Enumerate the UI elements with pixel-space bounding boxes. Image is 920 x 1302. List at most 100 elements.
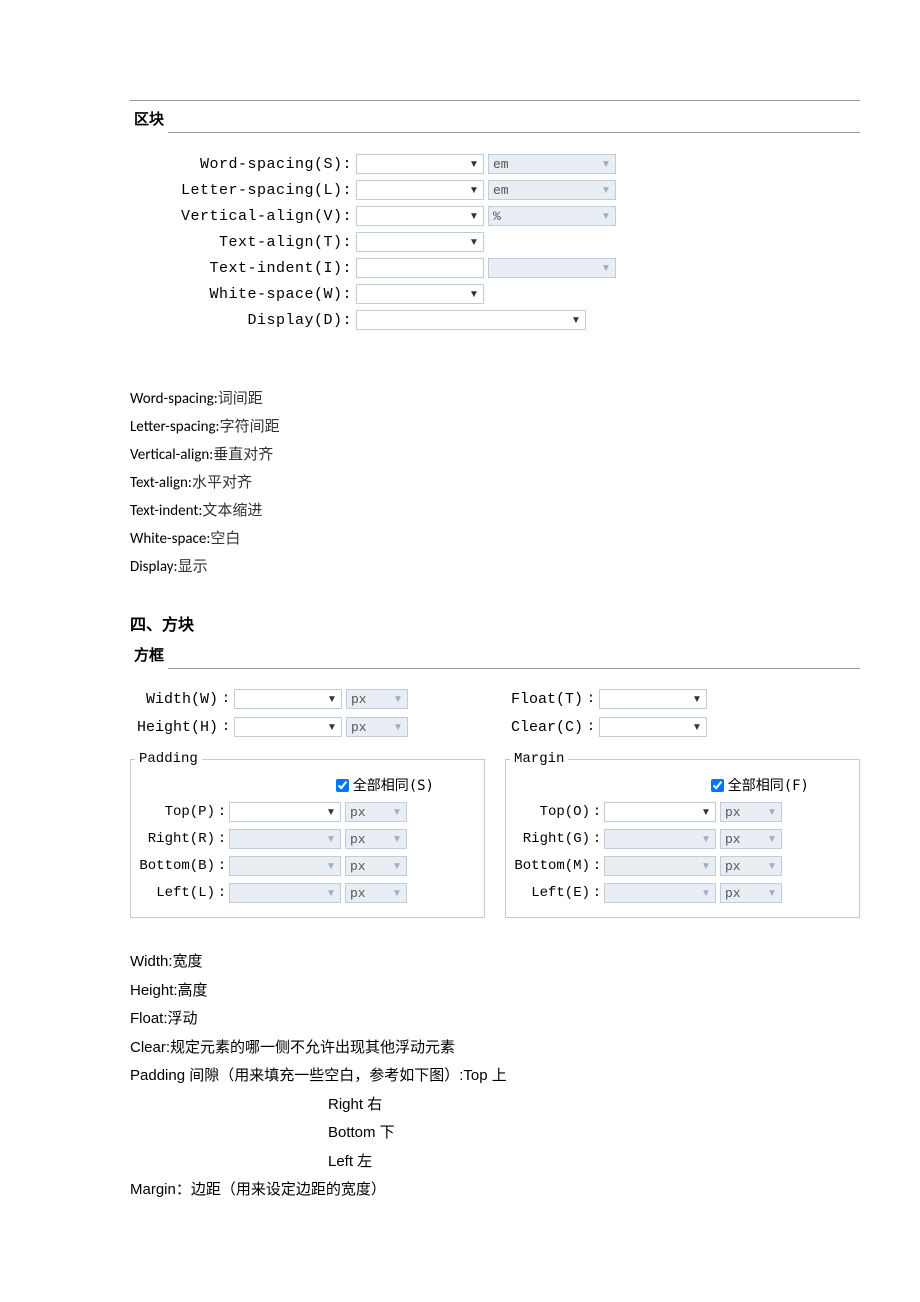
chevron-down-icon: ▼ — [763, 888, 781, 899]
chevron-down-icon: ▼ — [763, 834, 781, 845]
chevron-down-icon: ▼ — [597, 263, 615, 274]
chevron-down-icon: ▼ — [388, 888, 406, 899]
text-indent-unit: ▼ — [488, 258, 616, 278]
box-tab[interactable]: 方框 — [130, 644, 168, 669]
chevron-down-icon: ▼ — [567, 315, 585, 326]
width-unit: px▼ — [346, 689, 408, 709]
chevron-down-icon: ▼ — [697, 888, 715, 899]
chevron-down-icon: ▼ — [465, 159, 483, 170]
block-tab[interactable]: 区块 — [130, 108, 168, 133]
padding-bottom-unit: px▼ — [345, 856, 407, 876]
margin-right-unit: px▼ — [720, 829, 782, 849]
chevron-down-icon: ▼ — [323, 694, 341, 705]
chevron-down-icon: ▼ — [465, 185, 483, 196]
text-indent-input[interactable] — [356, 258, 484, 278]
width-select[interactable]: ▼ — [234, 689, 342, 709]
white-space-label: White-space(W): — [130, 286, 356, 303]
box-tab-row: 方框 — [130, 643, 860, 669]
chevron-down-icon: ▼ — [465, 211, 483, 222]
height-label: Height(H) — [130, 719, 218, 736]
top-divider — [130, 100, 860, 101]
box-dialog: Width(W) : ▼ px▼ Float(T) : ▼ Height(H) … — [130, 679, 860, 918]
padding-left-select: ▼ — [229, 883, 341, 903]
chevron-down-icon: ▼ — [597, 185, 615, 196]
text-align-select[interactable]: ▼ — [356, 232, 484, 252]
word-spacing-select[interactable]: ▼ — [356, 154, 484, 174]
float-select[interactable]: ▼ — [599, 689, 707, 709]
margin-left-unit: px▼ — [720, 883, 782, 903]
clear-select[interactable]: ▼ — [599, 717, 707, 737]
padding-right-select: ▼ — [229, 829, 341, 849]
margin-bottom-label: Bottom(M) — [510, 858, 590, 874]
padding-right-label: Right(R) — [135, 831, 215, 847]
vertical-align-unit: %▼ — [488, 206, 616, 226]
padding-legend: Padding — [135, 751, 202, 767]
chevron-down-icon: ▼ — [322, 807, 340, 818]
chevron-down-icon: ▼ — [763, 807, 781, 818]
block-dialog: Word-spacing(S): ▼ em▼ Letter-spacing(L)… — [130, 143, 860, 345]
vertical-align-select[interactable]: ▼ — [356, 206, 484, 226]
margin-left-select: ▼ — [604, 883, 716, 903]
margin-legend: Margin — [510, 751, 568, 767]
float-label: Float(T) — [495, 691, 583, 708]
colon: : — [583, 719, 599, 735]
margin-top-label: Top(O) — [510, 804, 590, 820]
margin-right-select: ▼ — [604, 829, 716, 849]
chevron-down-icon: ▼ — [697, 834, 715, 845]
padding-same-all-checkbox[interactable] — [336, 779, 349, 792]
padding-left-label: Left(L) — [135, 885, 215, 901]
padding-bottom-select: ▼ — [229, 856, 341, 876]
padding-same-all-label: 全部相同(S) — [353, 775, 434, 795]
chevron-down-icon: ▼ — [597, 159, 615, 170]
clear-label: Clear(C) — [495, 719, 583, 736]
chevron-down-icon: ▼ — [688, 722, 706, 733]
width-label: Width(W) — [130, 691, 218, 708]
colon: : — [218, 719, 234, 735]
chevron-down-icon: ▼ — [389, 722, 407, 733]
display-label: Display(D): — [130, 312, 356, 329]
chevron-down-icon: ▼ — [389, 694, 407, 705]
text-indent-label: Text-indent(I): — [130, 260, 356, 277]
display-select[interactable]: ▼ — [356, 310, 586, 330]
margin-right-label: Right(G) — [510, 831, 590, 847]
chevron-down-icon: ▼ — [763, 861, 781, 872]
chevron-down-icon: ▼ — [388, 834, 406, 845]
padding-left-unit: px▼ — [345, 883, 407, 903]
margin-same-all-checkbox[interactable] — [711, 779, 724, 792]
chevron-down-icon: ▼ — [597, 211, 615, 222]
height-select[interactable]: ▼ — [234, 717, 342, 737]
colon: : — [218, 691, 234, 707]
letter-spacing-select[interactable]: ▼ — [356, 180, 484, 200]
chevron-down-icon: ▼ — [323, 722, 341, 733]
block-tab-row: 区块 — [130, 107, 860, 133]
padding-top-select[interactable]: ▼ — [229, 802, 341, 822]
vertical-align-label: Vertical-align(V): — [130, 208, 356, 225]
text-align-label: Text-align(T): — [130, 234, 356, 251]
block-notes: Word-spacing:词间距 Letter-spacing:字符间距 Ver… — [130, 385, 860, 581]
section-4-heading: 四、方块 — [130, 611, 860, 635]
margin-top-select[interactable]: ▼ — [604, 802, 716, 822]
white-space-select[interactable]: ▼ — [356, 284, 484, 304]
padding-top-unit: px▼ — [345, 802, 407, 822]
padding-bottom-label: Bottom(B) — [135, 858, 215, 874]
chevron-down-icon: ▼ — [322, 888, 340, 899]
margin-left-label: Left(E) — [510, 885, 590, 901]
chevron-down-icon: ▼ — [388, 861, 406, 872]
chevron-down-icon: ▼ — [322, 861, 340, 872]
box-notes: Width:宽度 Height:高度 Float:浮动 Clear:规定元素的哪… — [130, 948, 860, 1205]
margin-group: Margin 全部相同(F) Top(O) : ▼ px▼ Right(G) :… — [505, 751, 860, 918]
margin-same-all-label: 全部相同(F) — [728, 775, 809, 795]
colon: : — [583, 691, 599, 707]
padding-top-label: Top(P) — [135, 804, 215, 820]
margin-top-unit: px▼ — [720, 802, 782, 822]
margin-bottom-select: ▼ — [604, 856, 716, 876]
padding-group: Padding 全部相同(S) Top(P) : ▼ px▼ Right(R) … — [130, 751, 485, 918]
chevron-down-icon: ▼ — [697, 807, 715, 818]
chevron-down-icon: ▼ — [697, 861, 715, 872]
word-spacing-label: Word-spacing(S): — [130, 156, 356, 173]
chevron-down-icon: ▼ — [322, 834, 340, 845]
chevron-down-icon: ▼ — [465, 237, 483, 248]
letter-spacing-unit: em▼ — [488, 180, 616, 200]
chevron-down-icon: ▼ — [688, 694, 706, 705]
height-unit: px▼ — [346, 717, 408, 737]
